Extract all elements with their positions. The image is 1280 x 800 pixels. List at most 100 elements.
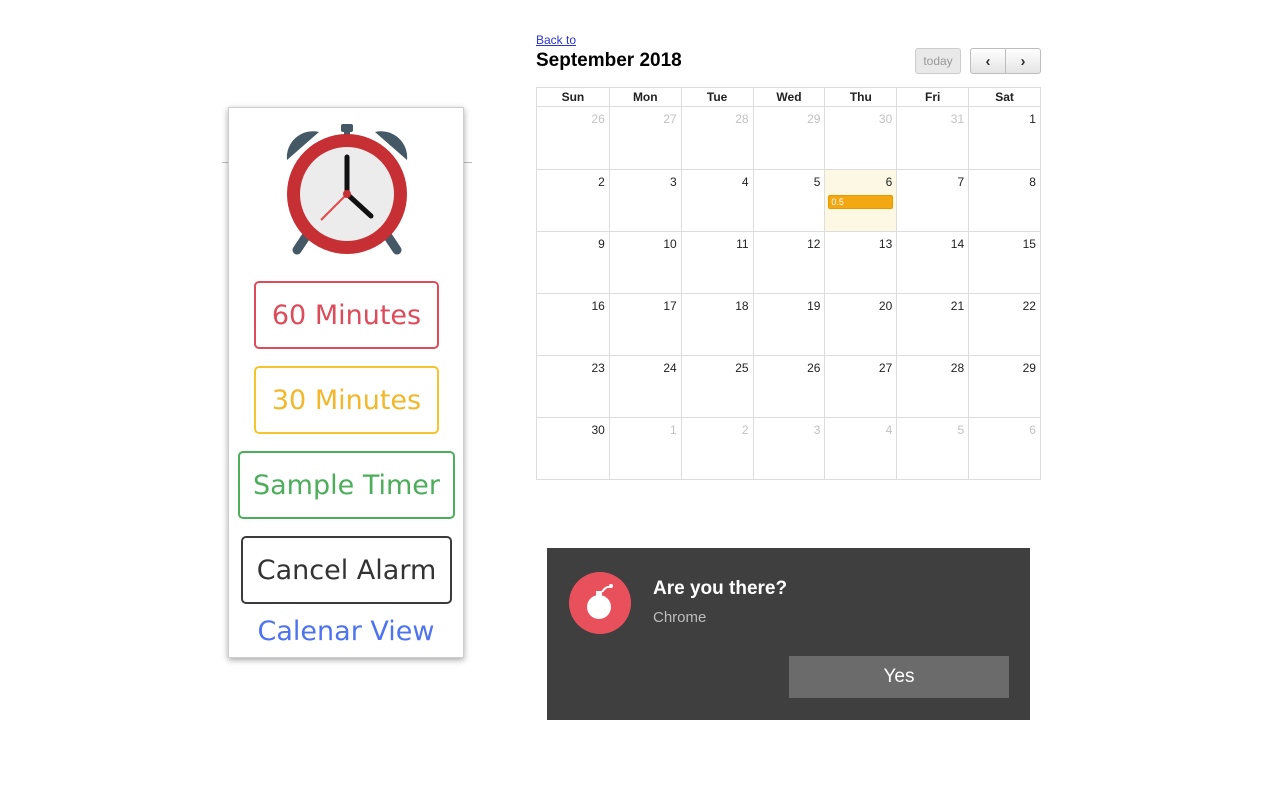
day-cell[interactable]: 1 (968, 107, 1040, 169)
day-cell[interactable]: 1 (608, 417, 681, 479)
day-cell[interactable]: 19 (752, 293, 825, 355)
day-cell[interactable]: 20 (824, 293, 897, 355)
day-number: 2 (741, 423, 749, 437)
weekday-label: Mon (608, 88, 681, 107)
day-cell[interactable]: 25 (680, 355, 753, 417)
day-cell[interactable]: 4 (680, 169, 753, 231)
next-month-button[interactable]: › (1005, 49, 1040, 73)
day-cell[interactable]: 5 (752, 169, 825, 231)
month-title: September 2018 (536, 50, 682, 71)
weekday-label: Wed (752, 88, 825, 107)
day-number: 7 (957, 175, 965, 189)
day-cell[interactable]: 24 (608, 355, 681, 417)
day-number: 30 (591, 423, 605, 437)
day-number: 22 (1022, 299, 1036, 313)
day-cell[interactable]: 2 (680, 417, 753, 479)
day-number: 6 (1029, 423, 1036, 437)
day-number: 27 (663, 112, 677, 126)
day-number: 12 (807, 237, 821, 251)
day-cell[interactable]: 10 (608, 231, 681, 293)
timer-popup: 60 Minutes 30 Minutes Sample Timer Cance… (228, 107, 464, 658)
day-number: 30 (878, 112, 893, 126)
day-cell[interactable]: 23 (537, 355, 609, 417)
weekday-label: Sun (561, 90, 585, 104)
day-number: 21 (950, 299, 965, 313)
day-cell[interactable]: 4 (824, 417, 897, 479)
day-cell[interactable]: 22 (968, 293, 1040, 355)
day-cell[interactable]: 15 (968, 231, 1040, 293)
day-cell[interactable]: 7 (896, 169, 969, 231)
cancel-alarm-button[interactable]: Cancel Alarm (241, 536, 452, 604)
day-number: 8 (1029, 175, 1036, 189)
day-cell[interactable]: 29 (968, 355, 1040, 417)
calendar-view-link[interactable]: Calenar View (229, 616, 463, 647)
day-number: 3 (813, 423, 821, 437)
day-cell[interactable]: 11 (680, 231, 753, 293)
day-number: 4 (885, 423, 893, 437)
day-cell[interactable]: 5 (896, 417, 969, 479)
day-cell[interactable]: 6 (968, 417, 1040, 479)
prev-month-button[interactable]: ‹ (971, 49, 1005, 73)
day-cell[interactable]: 26 (537, 107, 609, 169)
day-cell[interactable]: 28 (680, 107, 753, 169)
day-cell[interactable]: 30 (824, 107, 896, 169)
notification-title: Are you there? (653, 578, 788, 599)
notification-toast: Are you there? Chrome Yes (547, 548, 1030, 720)
weekday-label: Thu (824, 88, 896, 107)
day-cell[interactable]: 6 0.5 (824, 169, 897, 231)
weekday-label: Tue (680, 88, 753, 107)
day-number: 1 (670, 423, 677, 437)
sample-timer-button[interactable]: Sample Timer (238, 451, 455, 519)
notification-source: Chrome (653, 609, 707, 626)
day-cell[interactable]: 17 (608, 293, 681, 355)
month-nav: ‹ › (970, 48, 1041, 74)
day-cell[interactable]: 8 (968, 169, 1040, 231)
day-number: 2 (598, 175, 605, 189)
day-cell[interactable]: 27 (608, 107, 681, 169)
day-cell[interactable]: 28 (896, 355, 969, 417)
day-number: 3 (670, 175, 677, 189)
today-button[interactable]: today (915, 48, 961, 74)
day-number: 20 (878, 299, 893, 313)
back-link[interactable]: Back to (536, 33, 576, 47)
day-number: 10 (663, 237, 677, 251)
day-number: 17 (663, 299, 677, 313)
day-number: 13 (878, 237, 893, 251)
day-number: 18 (735, 299, 749, 313)
month-calendar: Sun Mon Tue Wed Thu Fri Sat 26 27 28 29 30 31 1 2 3 4 5 6… (536, 87, 1041, 480)
day-cell[interactable]: 29 (752, 107, 825, 169)
day-cell[interactable]: 14 (896, 231, 969, 293)
day-number: 16 (591, 299, 605, 313)
day-cell[interactable]: 12 (752, 231, 825, 293)
weekday-label: Sat (968, 88, 1040, 107)
day-number: 26 (591, 112, 605, 126)
day-number: 5 (813, 175, 821, 189)
day-cell[interactable]: 9 (537, 231, 609, 293)
day-number: 31 (950, 112, 965, 126)
day-cell[interactable]: 2 (537, 169, 609, 231)
day-cell[interactable]: 27 (824, 355, 897, 417)
yes-button[interactable]: Yes (789, 656, 1009, 698)
day-number: 24 (663, 361, 677, 375)
sixty-minutes-button[interactable]: 60 Minutes (254, 281, 439, 349)
day-cell[interactable]: 26 (752, 355, 825, 417)
day-number: 25 (735, 361, 749, 375)
day-cell[interactable]: 21 (896, 293, 969, 355)
day-number: 1 (1029, 112, 1036, 126)
day-number: 11 (736, 237, 749, 251)
day-number: 6 (885, 175, 893, 189)
day-cell[interactable]: 30 (537, 417, 609, 479)
day-cell[interactable]: 13 (824, 231, 897, 293)
day-cell[interactable]: 3 (752, 417, 825, 479)
day-cell[interactable]: 3 (608, 169, 681, 231)
weekday-label: Fri (896, 88, 968, 107)
calendar-event[interactable]: 0.5 (828, 195, 894, 209)
day-cell[interactable]: 18 (680, 293, 753, 355)
thirty-minutes-button[interactable]: 30 Minutes (254, 366, 439, 434)
day-number: 27 (878, 361, 893, 375)
day-number: 28 (950, 361, 965, 375)
day-cell[interactable]: 16 (537, 293, 609, 355)
bomb-icon (569, 572, 631, 634)
day-cell[interactable]: 31 (896, 107, 968, 169)
day-number: 4 (741, 175, 749, 189)
